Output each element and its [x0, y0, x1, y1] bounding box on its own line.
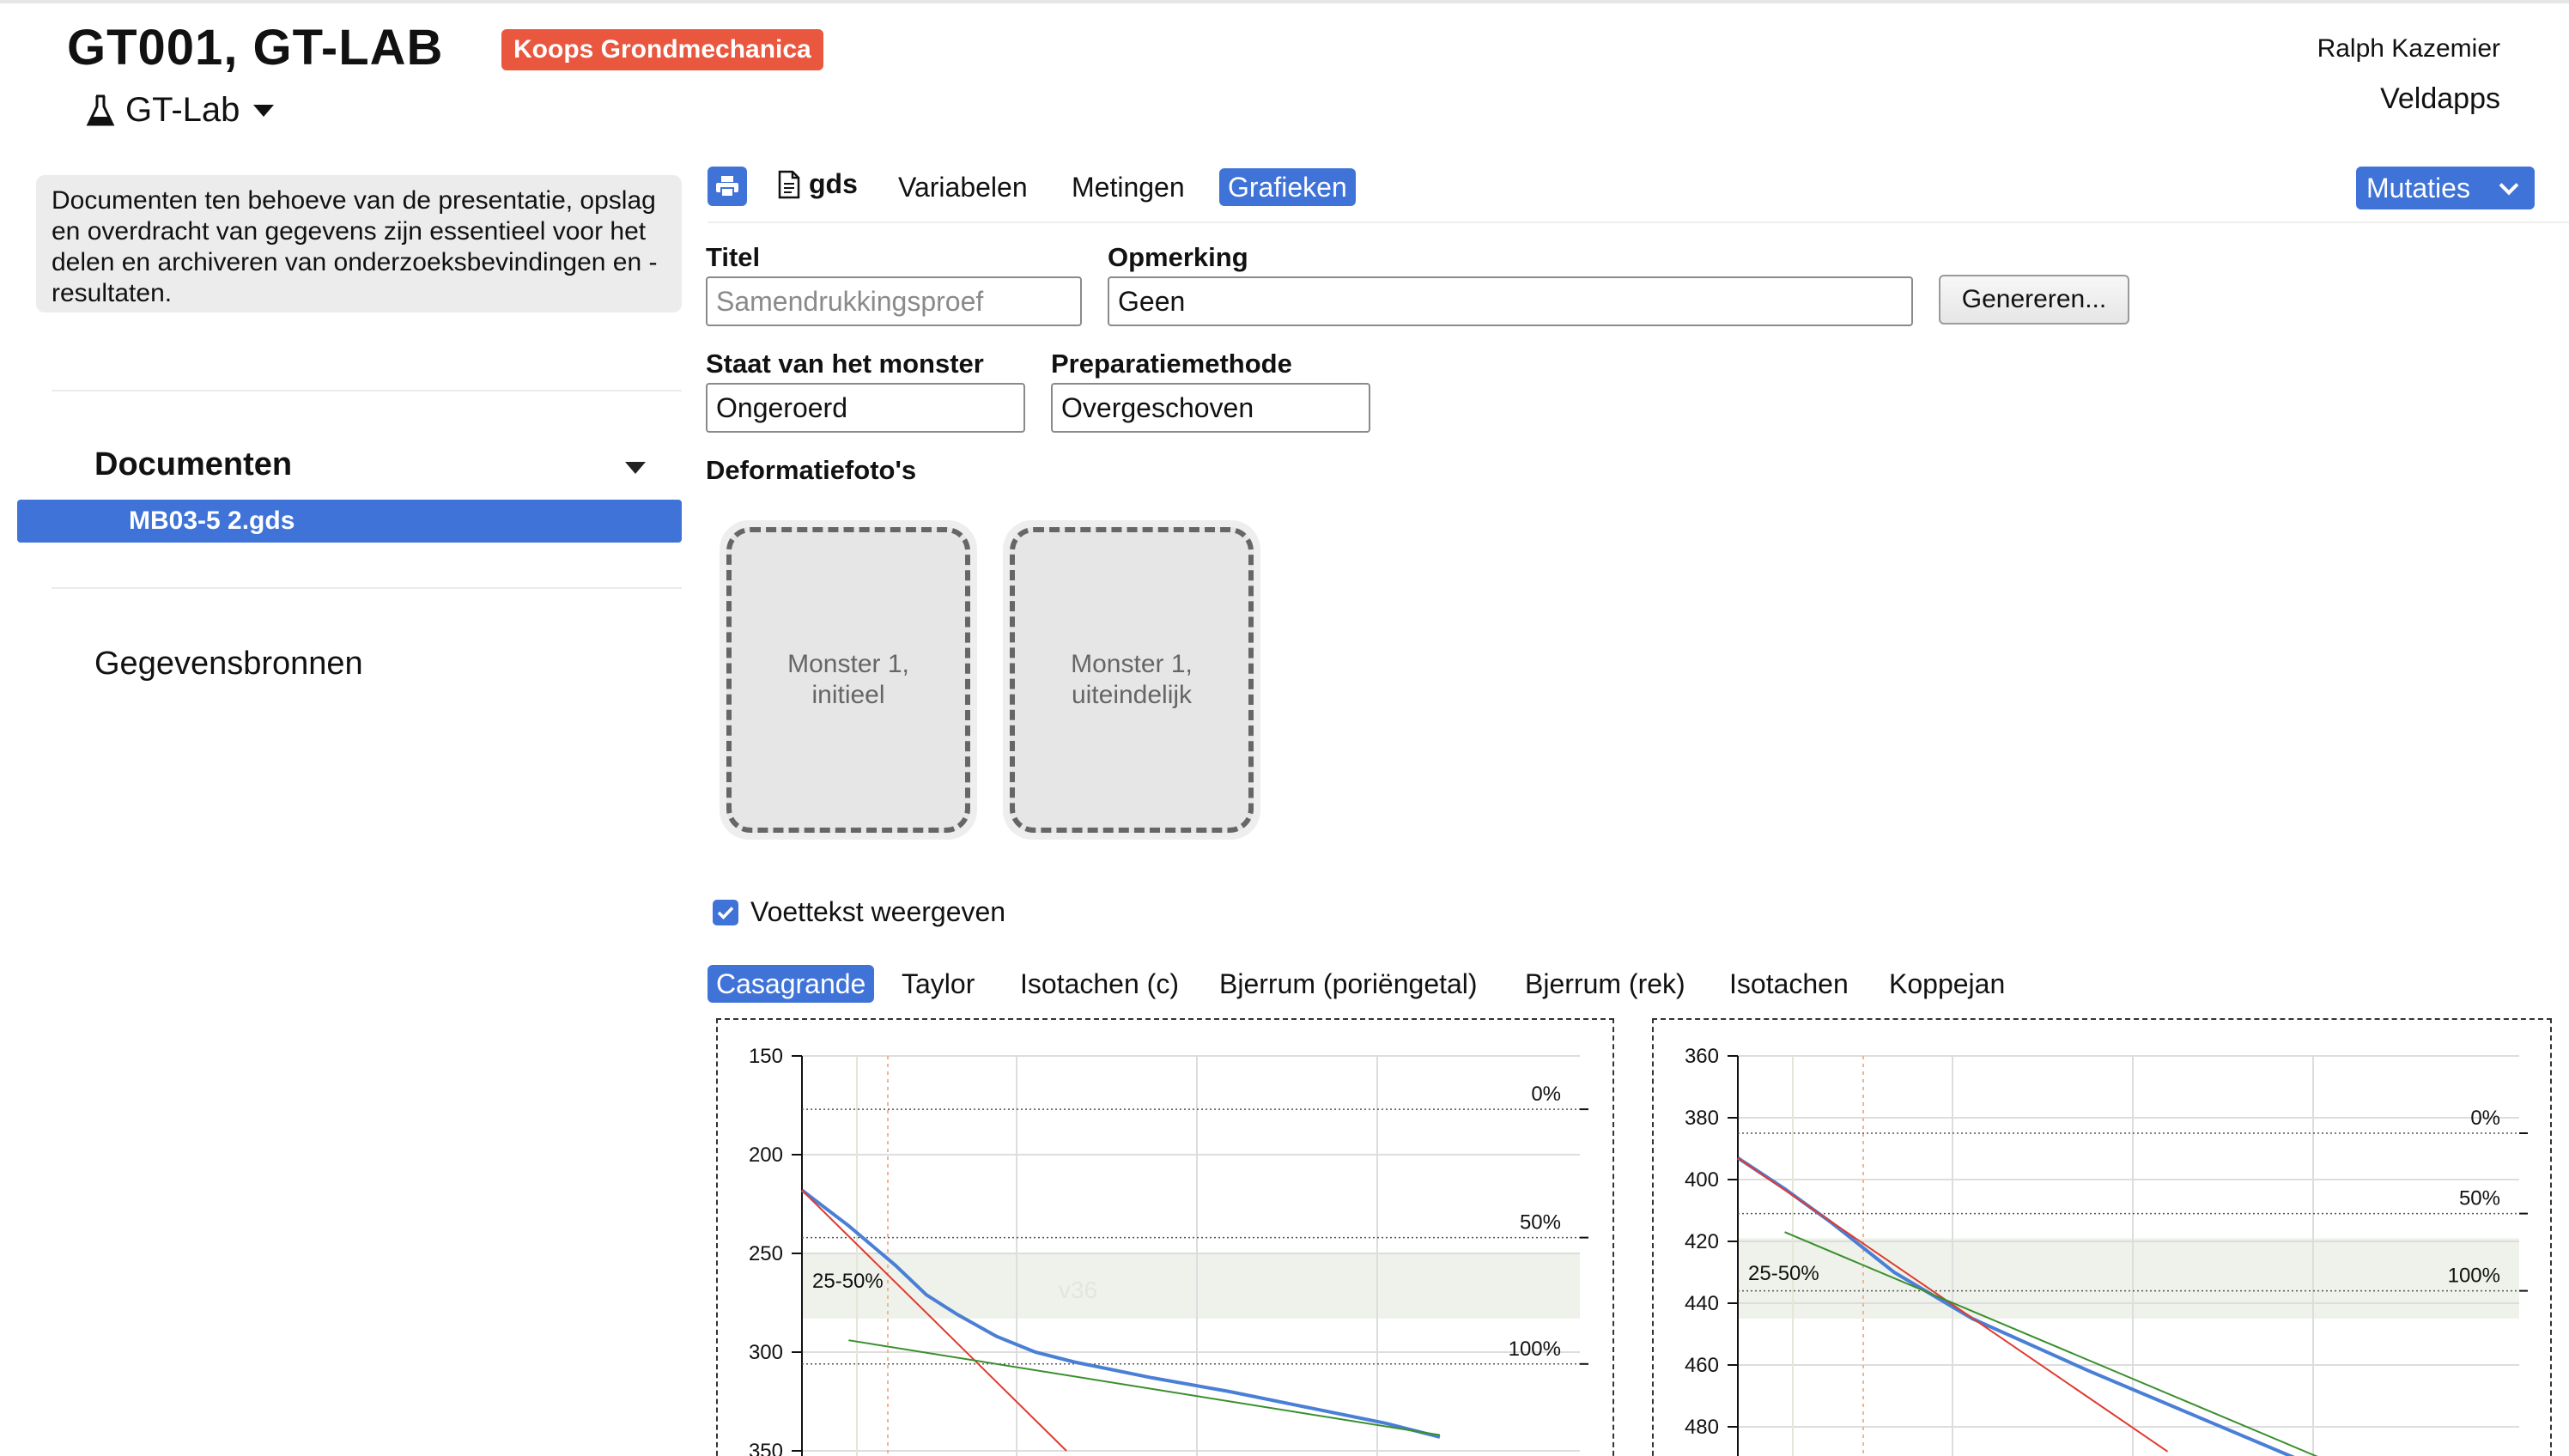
caret-down-icon [253, 104, 275, 117]
title-input[interactable] [706, 276, 1082, 326]
page-title: GT001, GT-LAB [67, 20, 444, 76]
flask-icon [86, 94, 115, 125]
watermark-label: v36 [1059, 1277, 1097, 1303]
tab-variabelen[interactable]: Variabelen [898, 168, 1028, 206]
casagrande-chart-2: 360 380 400 420 440 460 480 0% 50% 100% 25-50% [1652, 1018, 2552, 1456]
chart-tab-koppejan[interactable]: Koppejan [1889, 965, 2005, 1003]
chart-tab-bjerrum-rek[interactable]: Bjerrum (rek) [1525, 965, 1685, 1003]
y-tick-label: 150 [749, 1045, 783, 1068]
tab-gds[interactable]: gds [778, 168, 858, 200]
organization-badge: Koops Grondmechanica [501, 29, 823, 70]
ref-level-label: 100% [2448, 1265, 2500, 1288]
y-tick-label: 380 [1685, 1107, 1719, 1130]
remark-label: Opmerking [1108, 242, 1248, 272]
series-tangent-green [848, 1339, 1441, 1436]
photo-label-final: Monster 1, uiteindelijk [1071, 650, 1193, 709]
chart-svg: 360 380 400 420 440 460 480 0% 50% 100% 25-50% [1685, 1045, 2528, 1456]
footer-checkbox-label: Voettekst weergeven [750, 896, 1006, 927]
y-tick-label: 440 [1685, 1292, 1719, 1315]
footer-checkbox[interactable] [713, 899, 738, 925]
divider [52, 587, 682, 589]
y-tick-label: 350 [749, 1440, 783, 1456]
user-name[interactable]: Ralph Kazemier [2317, 34, 2500, 64]
chart-tab-taylor[interactable]: Taylor [902, 965, 975, 1003]
chart-svg: 150 200 250 300 350 0% 50% 100% 25-50% v36 [749, 1045, 1588, 1456]
title-label: Titel [706, 242, 761, 272]
top-border [0, 0, 2569, 3]
print-button[interactable] [708, 167, 747, 206]
photos-label: Deformatiefoto's [706, 455, 917, 485]
y-tick-label: 460 [1685, 1354, 1719, 1377]
document-icon [778, 170, 800, 198]
y-tick-label: 360 [1685, 1045, 1719, 1068]
y-tick-label: 400 [1685, 1168, 1719, 1192]
ref-level-label: 50% [1520, 1211, 1561, 1235]
band-label: 25-50% [1748, 1262, 1819, 1285]
module-selector[interactable]: GT-Lab [86, 91, 275, 130]
printer-icon [716, 176, 738, 197]
band-label: 25-50% [812, 1270, 884, 1293]
photo-drop-initial[interactable]: Monster 1, initieel [720, 520, 977, 840]
document-item[interactable]: MB03-5 2.gds [17, 500, 682, 543]
y-tick-label: 200 [749, 1144, 783, 1167]
series-tangent-red [801, 1189, 1067, 1452]
mutations-dropdown[interactable]: Mutaties [2356, 167, 2535, 209]
checkmark-icon [717, 906, 734, 919]
state-label: Staat van het monster [706, 349, 984, 379]
y-tick-label: 480 [1685, 1416, 1719, 1439]
caret-down-icon[interactable] [625, 462, 646, 474]
brand-name: Veldapps [2380, 82, 2500, 115]
generate-button[interactable]: Genereren... [1939, 275, 2129, 325]
preparation-input[interactable] [1051, 383, 1370, 433]
ref-level-label: 0% [1531, 1083, 1561, 1106]
photo-drop-final[interactable]: Monster 1, uiteindelijk [1003, 520, 1260, 840]
chart-tab-isotachen[interactable]: Isotachen [1729, 965, 1849, 1003]
y-tick-label: 420 [1685, 1230, 1719, 1253]
tab-metingen[interactable]: Metingen [1072, 168, 1185, 206]
preparation-label: Preparatiemethode [1051, 349, 1292, 379]
divider [52, 390, 682, 391]
documents-header[interactable]: Documenten [94, 446, 292, 483]
chart-tab-isotachen-c[interactable]: Isotachen (c) [1020, 965, 1179, 1003]
y-tick-label: 300 [749, 1341, 783, 1364]
ref-level-label: 50% [2459, 1187, 2500, 1210]
mutations-label: Mutaties [2366, 173, 2470, 203]
photo-label-initial: Monster 1, initieel [787, 650, 909, 709]
info-text: Documenten ten behoeve van de presentati… [36, 175, 682, 312]
remark-input[interactable] [1108, 276, 1913, 326]
chevron-down-icon [2499, 175, 2519, 196]
chart-tab-casagrande[interactable]: Casagrande [708, 965, 875, 1003]
y-tick-label: 250 [749, 1242, 783, 1265]
state-input[interactable] [706, 383, 1025, 433]
toolbar-divider [708, 221, 2569, 223]
tab-gds-label: gds [809, 168, 858, 199]
tab-grafieken[interactable]: Grafieken [1219, 168, 1356, 206]
module-label: GT-Lab [125, 91, 240, 129]
band-25-50 [1738, 1238, 2519, 1319]
casagrande-chart-1: 150 200 250 300 350 0% 50% 100% 25-50% v36 [716, 1018, 1614, 1456]
chart-tab-bjerrum-porie[interactable]: Bjerrum (poriëngetal) [1219, 965, 1478, 1003]
ref-level-label: 0% [2470, 1107, 2500, 1130]
data-sources-link[interactable]: Gegevensbronnen [94, 646, 363, 682]
ref-level-label: 100% [1509, 1338, 1561, 1361]
footer-toggle[interactable]: Voettekst weergeven [713, 896, 1005, 928]
